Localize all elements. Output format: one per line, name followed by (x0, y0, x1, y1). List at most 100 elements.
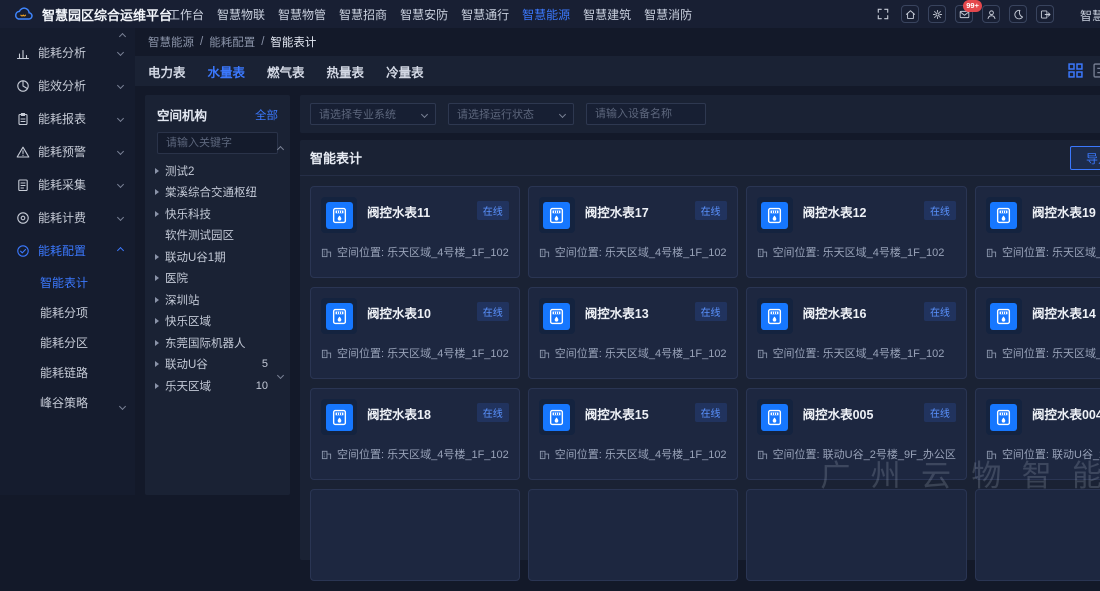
nav-energy-active[interactable]: 智慧能源 (522, 6, 570, 23)
meter-card[interactable]: 阀控水表17 在线 空间位置: 乐天区域_4号楼_1F_102 (528, 186, 738, 278)
meter-name: 阀控水表14 (1032, 303, 1100, 322)
sidebar-subitem-peak-valley[interactable]: 峰谷策略 (0, 387, 135, 417)
sidebar-item-energy-billing[interactable]: 能耗计费 (0, 201, 135, 234)
caret-right-icon[interactable] (155, 318, 159, 324)
meter-card[interactable]: 阀控水表005 在线 空间位置: 联动U谷_2号楼_9F_办公区 (746, 388, 967, 480)
tree-node[interactable]: 联动U谷5 (145, 354, 290, 376)
meter-card[interactable]: 阀控水表10 在线 空间位置: 乐天区域_4号楼_1F_102 (310, 287, 520, 379)
nav-access[interactable]: 智慧通行 (461, 6, 509, 23)
grid-view-icon[interactable] (1068, 63, 1083, 78)
meter-card[interactable]: 阀控水表12 在线 空间位置: 乐天区域_4号楼_1F_102 (746, 186, 967, 278)
mail-icon[interactable]: 99+ (955, 5, 973, 23)
breadcrumb-item[interactable]: 智慧能源 (148, 34, 194, 50)
tab-electricity[interactable]: 电力表 (148, 62, 186, 81)
list-view-icon[interactable] (1093, 63, 1100, 78)
building-icon (986, 348, 997, 359)
import-button[interactable]: 导入 (1070, 146, 1100, 170)
document-icon (16, 178, 30, 192)
tab-heat[interactable]: 热量表 (327, 62, 365, 81)
sidebar-subitem-energy-subitem[interactable]: 能耗分项 (0, 297, 135, 327)
tree-node[interactable]: 医院 (145, 268, 290, 290)
sidebar-item-label: 能耗分析 (38, 44, 118, 61)
sidebar-item-energy-analysis[interactable]: 能耗分析 (0, 36, 135, 69)
meter-name: 阀控水表11 (367, 202, 477, 221)
sidebar-subitem-smart-meters[interactable]: 智能表计 (0, 267, 135, 297)
topbar-user-text[interactable]: 智慧园 (1080, 7, 1100, 24)
breadcrumb-item[interactable]: 能耗配置 (209, 34, 255, 50)
tree-all-link[interactable]: 全部 (255, 107, 278, 123)
caret-right-icon[interactable] (155, 168, 159, 174)
meter-name: 阀控水表004 (1032, 404, 1100, 423)
filter-bar: 请选择专业系统 请选择运行状态 (300, 95, 1100, 133)
sidebar-subitem-energy-zone[interactable]: 能耗分区 (0, 327, 135, 357)
fullscreen-icon[interactable] (874, 5, 892, 23)
tree-node[interactable]: 棠溪综合交通枢纽 (145, 182, 290, 204)
meter-name: 阀控水表13 (585, 303, 695, 322)
pie-chart-icon (16, 79, 30, 93)
chevron-down-icon (559, 110, 566, 117)
meter-card[interactable]: 阀控水表11 在线 空间位置: 乐天区域_4号楼_1F_102 (310, 186, 520, 278)
tree-node[interactable]: 东莞国际机器人 (145, 332, 290, 354)
caret-right-icon[interactable] (155, 340, 159, 346)
tree-node[interactable]: 快乐区域 (145, 311, 290, 333)
moon-icon[interactable] (1009, 5, 1027, 23)
nav-property[interactable]: 智慧物管 (278, 6, 326, 23)
tree-node[interactable]: 联动U谷1期 (145, 246, 290, 268)
device-name-input[interactable] (586, 103, 706, 125)
nav-building[interactable]: 智慧建筑 (583, 6, 631, 23)
system-select[interactable]: 请选择专业系统 (310, 103, 436, 125)
meter-card[interactable]: 阀控水表16 在线 空间位置: 乐天区域_4号楼_1F_102 (746, 287, 967, 379)
sidebar-item-efficiency-analysis[interactable]: 能效分析 (0, 69, 135, 102)
tab-gas[interactable]: 燃气表 (267, 62, 305, 81)
gear-icon[interactable] (928, 5, 946, 23)
space-tree: 测试2 棠溪综合交通枢纽 快乐科技 软件测试园区 联动U谷1期 医院 深圳站 快… (145, 160, 290, 397)
logout-icon[interactable] (1036, 5, 1054, 23)
caret-right-icon[interactable] (155, 383, 159, 389)
meter-card[interactable]: 阀控水表19 在线 空间位置: 乐天区域_4号楼_1F_102 (975, 186, 1100, 278)
nav-security[interactable]: 智慧安防 (400, 6, 448, 23)
building-icon (986, 449, 997, 460)
meter-card[interactable]: 阀控水表004 在线 空间位置: 联动U谷_2号楼_9F_办公区 (975, 388, 1100, 480)
sidebar-item-energy-warning[interactable]: 能耗预警 (0, 135, 135, 168)
nav-iot[interactable]: 智慧物联 (217, 6, 265, 23)
tab-water[interactable]: 水量表 (208, 62, 246, 81)
sidebar-subitem-energy-link[interactable]: 能耗链路 (0, 357, 135, 387)
caret-right-icon[interactable] (155, 297, 159, 303)
caret-right-icon[interactable] (155, 211, 159, 217)
meter-card-partial[interactable] (975, 489, 1100, 581)
status-badge: 在线 (477, 201, 509, 220)
nav-workbench[interactable]: 工作台 (168, 6, 204, 23)
meter-card-partial[interactable] (310, 489, 520, 581)
home-icon[interactable] (901, 5, 919, 23)
sidebar-item-energy-collection[interactable]: 能耗采集 (0, 168, 135, 201)
status-badge: 在线 (477, 403, 509, 422)
meter-card[interactable]: 阀控水表15 在线 空间位置: 乐天区域_4号楼_1F_102 (528, 388, 738, 480)
tree-node[interactable]: 乐天区域10 (145, 375, 290, 397)
caret-right-icon[interactable] (155, 254, 159, 260)
tree-node[interactable]: 深圳站 (145, 289, 290, 311)
meter-card[interactable]: 阀控水表18 在线 空间位置: 乐天区域_4号楼_1F_102 (310, 388, 520, 480)
meter-type-tabs: 电力表 水量表 燃气表 热量表 冷量表 (135, 56, 1100, 86)
meter-card-partial[interactable] (746, 489, 967, 581)
meter-card-partial[interactable] (528, 489, 738, 581)
caret-right-icon[interactable] (155, 361, 159, 367)
tab-cooling[interactable]: 冷量表 (386, 62, 424, 81)
tree-search-input[interactable] (157, 132, 278, 154)
caret-right-icon[interactable] (155, 275, 159, 281)
nav-leasing[interactable]: 智慧招商 (339, 6, 387, 23)
tree-node[interactable]: 测试2 (145, 160, 290, 182)
nav-fire[interactable]: 智慧消防 (644, 6, 692, 23)
water-meter-icon (539, 298, 575, 334)
sidebar-item-energy-report[interactable]: 能耗报表 (0, 102, 135, 135)
tree-scroll-up-icon[interactable] (277, 146, 284, 153)
tree-node[interactable]: 软件测试园区 (145, 225, 290, 247)
user-icon[interactable] (982, 5, 1000, 23)
status-badge: 在线 (924, 302, 956, 321)
meter-card[interactable]: 阀控水表14 在线 空间位置: 乐天区域_4号楼_1F_102 (975, 287, 1100, 379)
sidebar-item-energy-config[interactable]: 能耗配置 (0, 234, 135, 267)
tree-node[interactable]: 快乐科技 (145, 203, 290, 225)
caret-right-icon[interactable] (155, 189, 159, 195)
meter-card[interactable]: 阀控水表13 在线 空间位置: 乐天区域_4号楼_1F_102 (528, 287, 738, 379)
meter-location: 空间位置: 联动U谷_2号楼_9F_办公区 (773, 446, 956, 462)
status-select[interactable]: 请选择运行状态 (448, 103, 574, 125)
